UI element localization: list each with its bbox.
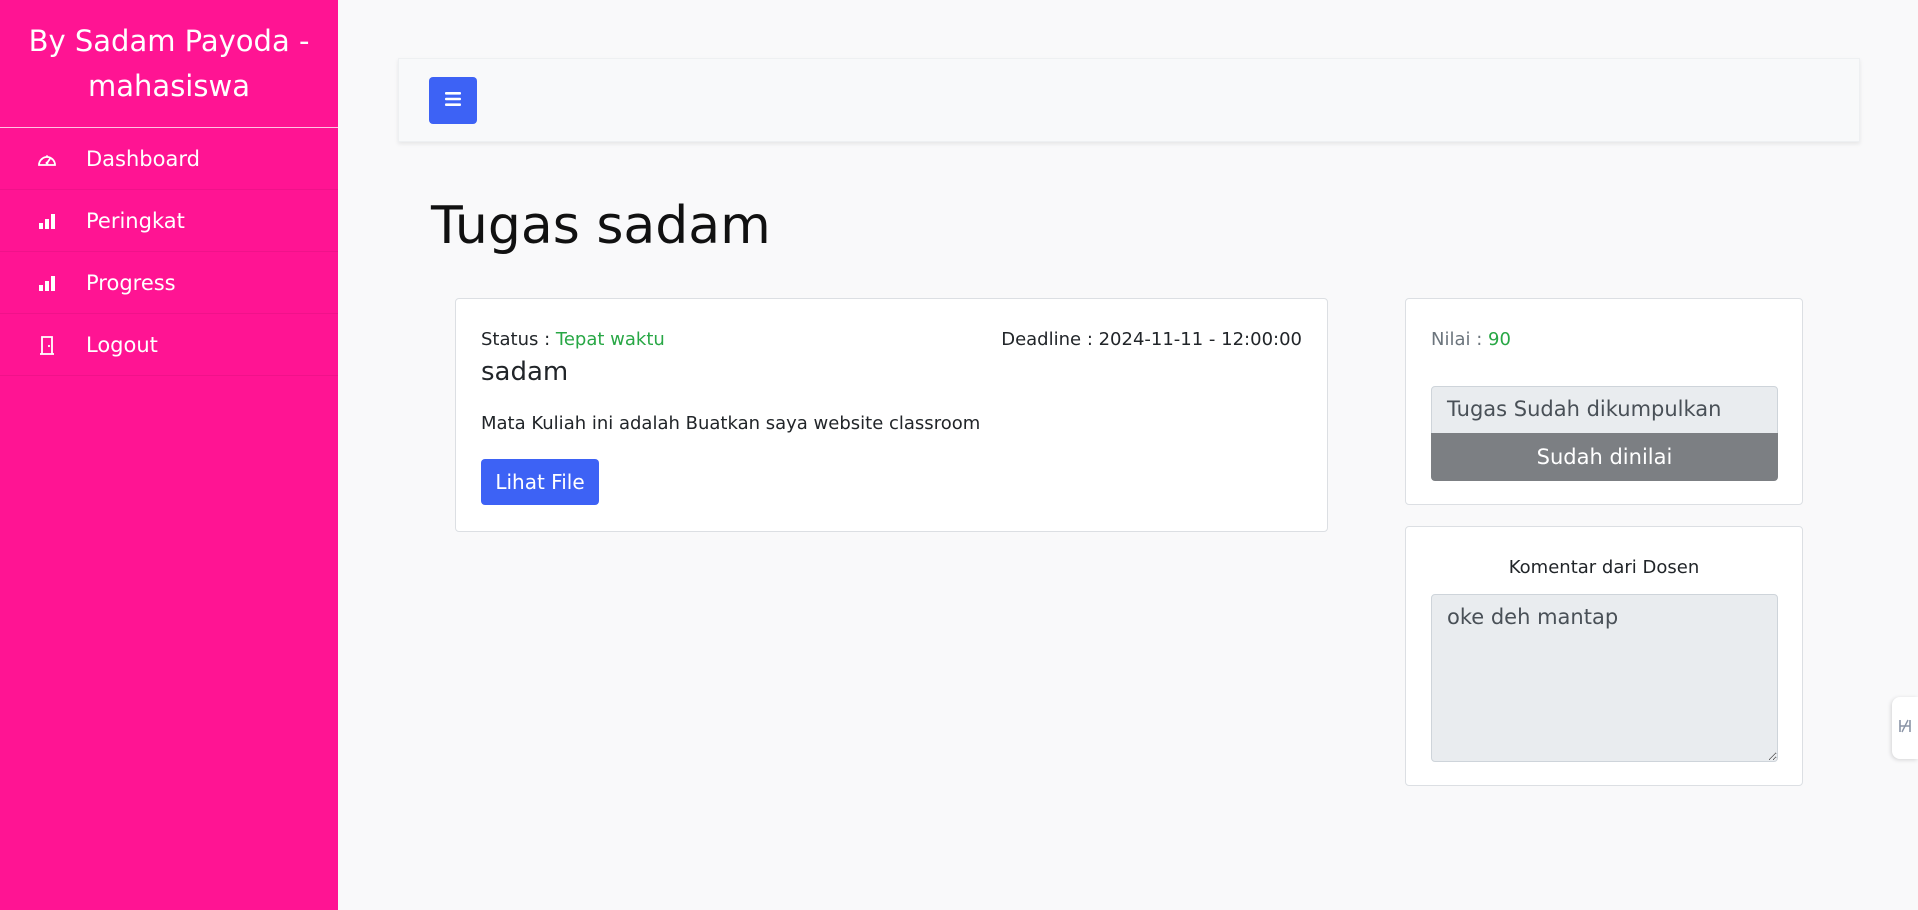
grade-label: Nilai :	[1431, 329, 1483, 350]
task-card: Status : Tepat waktu Deadline : 2024-11-…	[455, 298, 1328, 532]
sidebar-item-label: Progress	[86, 270, 176, 295]
sidebar-item-progress[interactable]: Progress	[0, 252, 338, 314]
comment-title: Komentar dari Dosen	[1508, 557, 1700, 578]
page-title: Tugas sadam	[431, 196, 771, 256]
speedometer-icon	[36, 148, 58, 170]
bar-chart-icon	[36, 210, 58, 232]
grade-value: 90	[1488, 329, 1511, 350]
comment-textarea[interactable]: oke deh mantap	[1431, 594, 1778, 762]
sidebar-item-logout[interactable]: Logout	[0, 314, 338, 376]
view-file-button[interactable]: Lihat File	[481, 459, 599, 505]
top-navbar	[398, 58, 1860, 142]
comment-card: Komentar dari Dosen oke deh mantap	[1405, 526, 1803, 786]
sidebar-toggle-button[interactable]	[429, 77, 477, 124]
sidebar-item-label: Peringkat	[86, 208, 185, 233]
extension-icon	[1898, 717, 1912, 739]
bar-chart-icon	[36, 272, 58, 294]
grade-card: Nilai : 90 Tugas Sudah dikumpulkan Sudah…	[1405, 298, 1803, 505]
sidebar-item-label: Logout	[86, 332, 158, 357]
sidebar-item-peringkat[interactable]: Peringkat	[0, 190, 338, 252]
task-description: Mata Kuliah ini adalah Buatkan saya webs…	[481, 413, 981, 434]
task-deadline: Deadline : 2024-11-11 - 12:00:00	[1001, 329, 1302, 350]
sidebar-brand: By Sadam Payoda - mahasiswa	[0, 0, 338, 128]
status-label: Status :	[481, 329, 551, 350]
graded-button[interactable]: Sudah dinilai	[1431, 433, 1778, 481]
grade-line: Nilai : 90	[1431, 329, 1511, 350]
door-icon	[36, 334, 58, 356]
hamburger-icon	[445, 92, 461, 109]
side-extension-tab[interactable]	[1892, 697, 1918, 759]
task-name: sadam	[481, 357, 569, 387]
sidebar-item-dashboard[interactable]: Dashboard	[0, 128, 338, 190]
status-value: Tepat waktu	[555, 329, 665, 350]
task-status: Status : Tepat waktu	[481, 329, 665, 350]
sidebar-item-label: Dashboard	[86, 146, 200, 171]
submission-status-field: Tugas Sudah dikumpulkan	[1431, 386, 1778, 434]
sidebar: By Sadam Payoda - mahasiswa Dashboard Pe…	[0, 0, 338, 910]
